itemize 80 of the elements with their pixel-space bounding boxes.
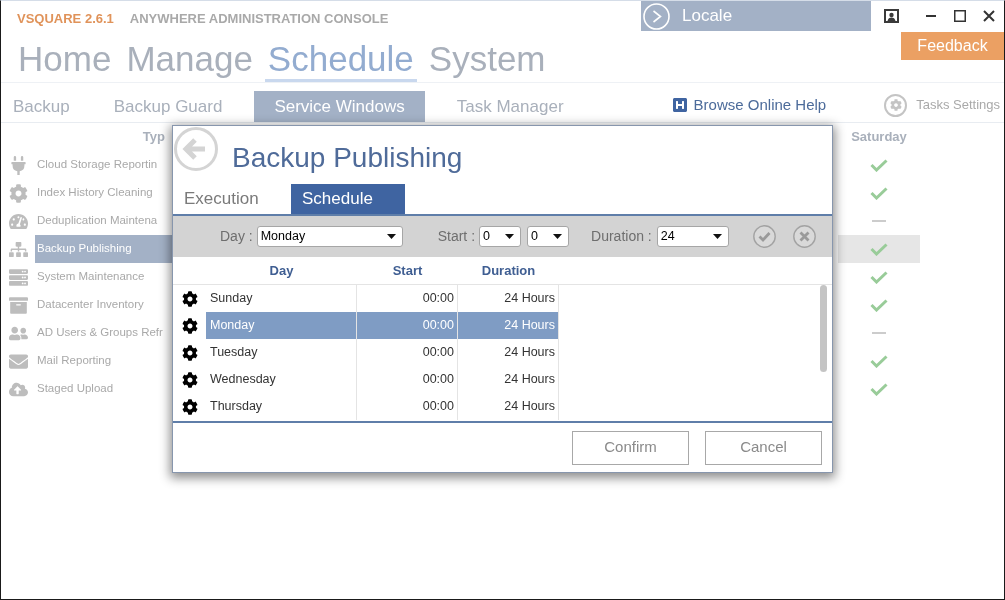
duration-label: Duration : xyxy=(591,227,652,246)
nav-tab[interactable]: Home xyxy=(15,39,115,82)
gauge-icon xyxy=(8,211,28,231)
sub-tab[interactable]: Service Windows xyxy=(254,91,425,122)
sub-tab[interactable]: Task Manager xyxy=(444,91,576,122)
caret-down-icon xyxy=(505,234,515,239)
archive-icon xyxy=(8,295,28,315)
nav-tab[interactable]: System xyxy=(425,39,549,82)
minimize-icon xyxy=(926,15,936,17)
caret-down-icon xyxy=(386,234,396,239)
cancel-button[interactable]: Cancel xyxy=(705,430,822,465)
plug-icon xyxy=(8,155,28,175)
help-link[interactable]: Browse Online Help xyxy=(671,93,827,117)
schedule-row[interactable]: Tuesday 00:00 24 Hours xyxy=(206,339,559,366)
schedule-row[interactable]: Thursday 00:00 24 Hours xyxy=(206,393,559,420)
server-icon xyxy=(8,267,28,287)
gear-icon xyxy=(884,93,908,117)
gear-icon[interactable] xyxy=(181,371,198,388)
sub-tab[interactable]: Backup xyxy=(1,91,82,122)
dialog-tab[interactable]: Schedule xyxy=(291,184,405,214)
duration-select[interactable]: 24 xyxy=(656,226,729,247)
duration-cell: 24 Hours xyxy=(458,393,559,420)
duration-cell: 24 Hours xyxy=(458,366,559,393)
feedback-button[interactable]: Feedback xyxy=(901,32,1004,60)
task-name-cell[interactable]: Mail Reporting xyxy=(35,347,173,375)
gear-icon[interactable] xyxy=(181,398,198,415)
product-version: VSQUARE 2.6.1 xyxy=(17,10,114,29)
task-name-cell[interactable]: AD Users & Groups Refr xyxy=(35,319,173,347)
hour-select[interactable]: 0 xyxy=(479,226,522,247)
start-cell: 00:00 xyxy=(357,339,458,366)
start-cell: 00:00 xyxy=(357,393,458,420)
envelope-icon xyxy=(8,351,28,371)
task-name-cell[interactable]: Backup Publishing xyxy=(35,235,173,263)
schedule-row[interactable]: Monday 00:00 24 Hours xyxy=(206,312,559,339)
caret-down-icon xyxy=(712,234,722,239)
console-title: ANYWHERE ADMINISTRATION CONSOLE xyxy=(129,10,389,29)
day-select[interactable]: Monday xyxy=(256,226,403,247)
task-name-cell[interactable]: Staged Upload xyxy=(35,375,173,403)
close-icon xyxy=(983,10,995,22)
confirm-button[interactable]: Confirm xyxy=(572,430,689,465)
column-header: Typ xyxy=(142,128,165,147)
nav-tab[interactable]: Schedule xyxy=(264,39,417,82)
start-cell: 00:00 xyxy=(357,366,458,393)
start-cell: 00:00 xyxy=(357,312,458,339)
scrollbar-thumb[interactable] xyxy=(820,285,827,372)
caret-down-icon xyxy=(553,234,563,239)
gear-icon[interactable] xyxy=(181,290,198,307)
schedule-row[interactable]: Wednesday 00:00 24 Hours xyxy=(206,366,559,393)
day-cell: Tuesday xyxy=(206,339,357,366)
day-cell: Monday xyxy=(206,312,357,339)
task-name-cell[interactable]: Index History Cleaning xyxy=(35,179,173,207)
portrait-icon xyxy=(883,9,899,23)
maximize-icon xyxy=(954,10,966,22)
column-header: Saturday xyxy=(851,128,907,147)
check-circle-icon[interactable] xyxy=(752,225,776,248)
tasks-settings-button[interactable]: Tasks Settings xyxy=(884,93,1000,117)
duration-cell: 24 Hours xyxy=(458,339,559,366)
task-name-cell[interactable]: Cloud Storage Reportin xyxy=(35,151,173,179)
minute-select[interactable]: 0 xyxy=(527,226,570,247)
column-header: Day xyxy=(269,261,294,280)
gear-icon[interactable] xyxy=(181,317,198,334)
task-name-cell[interactable]: Deduplication Maintena xyxy=(35,207,173,235)
dialog-title: Backup Publishing xyxy=(232,141,463,175)
gear-icon[interactable] xyxy=(181,344,198,361)
start-label: Start : xyxy=(437,227,476,246)
column-header: Duration xyxy=(481,261,536,280)
gear-icon xyxy=(8,183,28,203)
help-icon xyxy=(671,97,688,113)
sitemap-icon xyxy=(8,239,28,259)
sub-tab[interactable]: Backup Guard xyxy=(101,91,235,122)
column-header: Start xyxy=(392,261,423,280)
locale-button[interactable]: Locale xyxy=(641,1,871,31)
task-name-cell[interactable]: Datacenter Inventory xyxy=(35,291,173,319)
day-cell: Thursday xyxy=(206,393,357,420)
duration-cell: 24 Hours xyxy=(458,312,559,339)
day-label: Day : xyxy=(220,227,253,246)
nav-tab[interactable]: Manage xyxy=(123,39,256,82)
dialog-tab[interactable]: Execution xyxy=(173,184,291,214)
task-name-cell[interactable]: System Maintenance xyxy=(35,263,173,291)
day-cell: Wednesday xyxy=(206,366,357,393)
